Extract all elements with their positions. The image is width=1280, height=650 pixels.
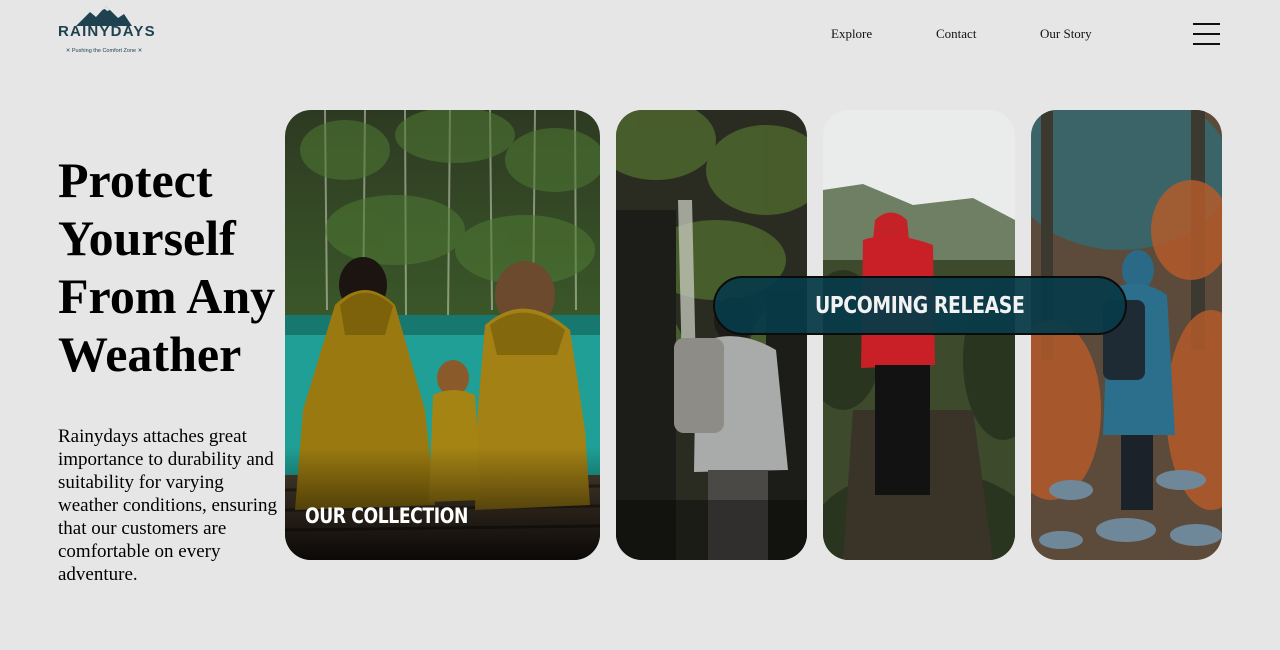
- hero-title-line: Weather: [58, 326, 242, 382]
- hamburger-menu-icon[interactable]: [1193, 22, 1221, 46]
- menu-bar: [1193, 43, 1220, 45]
- brand-name: RAINYDAYS: [58, 23, 156, 40]
- blue-raincoat-hiker-photo: [1031, 110, 1222, 560]
- menu-bar: [1193, 23, 1220, 25]
- nav-link-contact[interactable]: Contact: [936, 26, 976, 42]
- product-card-red-jacket-hiker[interactable]: [823, 110, 1015, 560]
- menu-bar: [1193, 33, 1220, 35]
- product-card-waterfall-hiker[interactable]: [616, 110, 807, 560]
- collection-label: OUR COLLECTION: [305, 504, 468, 528]
- waterfall-hiker-photo: [616, 110, 807, 560]
- collection-card[interactable]: OUR COLLECTION: [285, 110, 600, 560]
- red-jacket-hiker-photo: [823, 110, 1015, 560]
- hero-description: Rainydays attaches great importance to d…: [58, 426, 277, 585]
- upcoming-release-button[interactable]: UPCOMING RELEASE: [713, 276, 1127, 335]
- product-card-blue-raincoat-hiker[interactable]: [1031, 110, 1222, 560]
- brand-tagline: ✕ Pushing the Comfort Zone ✕: [65, 48, 143, 54]
- nav-link-our-story[interactable]: Our Story: [1040, 26, 1092, 42]
- nav-link-explore[interactable]: Explore: [831, 26, 872, 42]
- hero-title-line: Yourself: [58, 210, 236, 266]
- couple-lake-photo: [285, 110, 600, 560]
- hero-title-line: From Any: [58, 268, 276, 324]
- upcoming-release-label: UPCOMING RELEASE: [815, 292, 1025, 319]
- hero-title: Protect Yourself From Any Weather: [58, 151, 298, 383]
- hero-title-line: Protect: [58, 152, 213, 208]
- logo-link[interactable]: RAINYDAYS ✕ Pushing the Comfort Zone ✕: [56, 6, 156, 58]
